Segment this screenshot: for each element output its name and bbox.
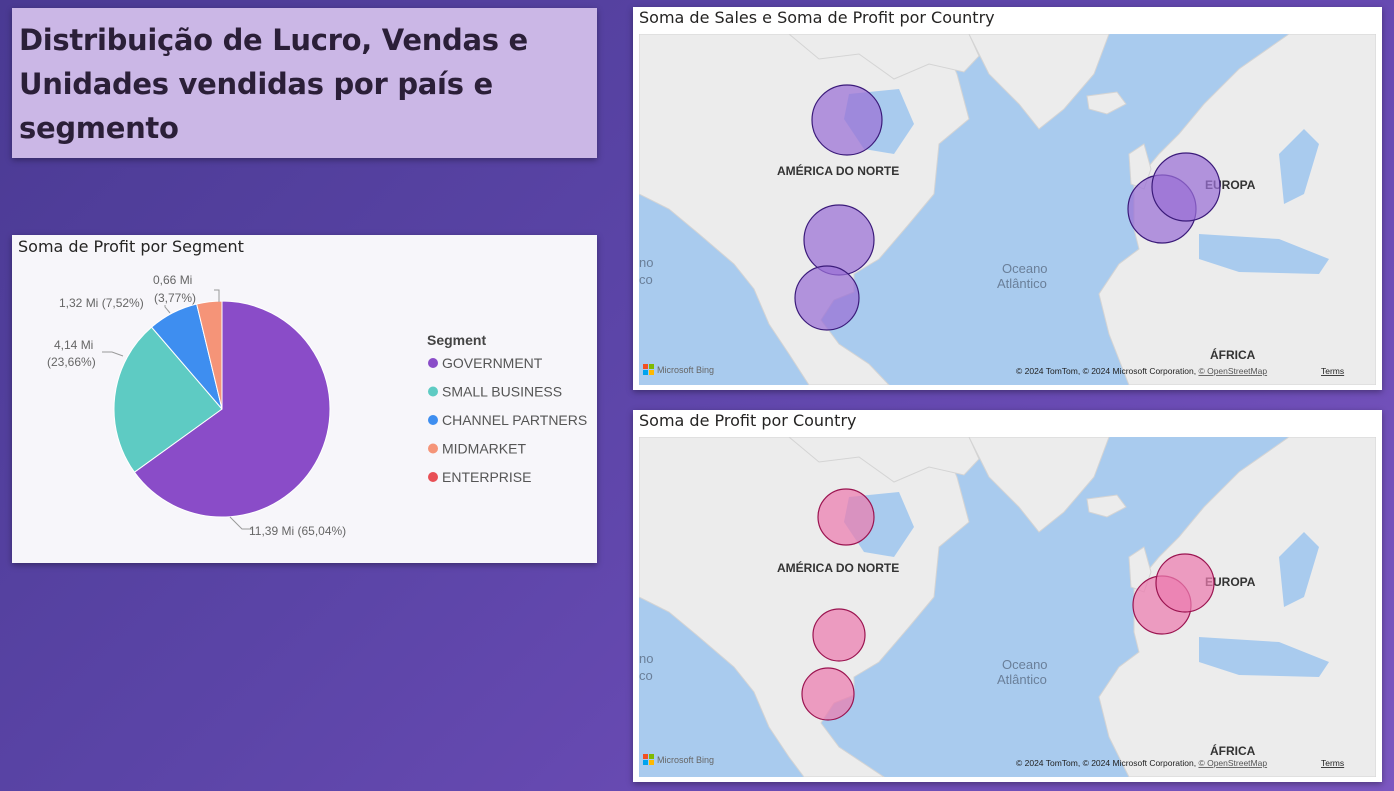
leader-line <box>164 305 171 314</box>
legend-marker <box>428 386 438 397</box>
slice-label-small-business-value: 4,14 Mi <box>54 338 93 352</box>
bubble-mexico[interactable] <box>794 265 860 331</box>
terms-link[interactable]: Terms <box>1321 758 1344 768</box>
label-ocean-line1: Oceano <box>1002 261 1048 276</box>
label-edge-line2: co <box>639 668 653 683</box>
legend-title: Segment <box>427 332 486 348</box>
iceland-landmass <box>1086 91 1127 115</box>
bubble-united-states[interactable] <box>812 608 866 662</box>
svg-text:Microsoft Bing: Microsoft Bing <box>657 365 714 375</box>
north-america-landmass <box>639 34 970 385</box>
svg-text:Microsoft Bing: Microsoft Bing <box>657 755 714 765</box>
top-map-canvas[interactable]: AMÉRICA DO NORTE EUROPA ÁFRICA Oceano At… <box>639 34 1376 385</box>
label-ocean-line2: Atlântico <box>997 276 1047 291</box>
sales-profit-by-country-map[interactable]: Soma de Sales e Soma de Profit por Count… <box>633 7 1382 390</box>
label-edge-line1: no <box>639 255 653 270</box>
legend-marker <box>428 415 438 425</box>
land-masses <box>639 34 1376 385</box>
legend-item-government[interactable]: GOVERNMENT <box>442 355 543 371</box>
bubble-germany[interactable] <box>1155 553 1215 613</box>
bing-logo: Microsoft Bing <box>643 754 714 765</box>
label-ocean-line1: Oceano <box>1002 657 1048 672</box>
label-edge-line2: co <box>639 272 653 287</box>
greenland-landmass <box>968 34 1110 130</box>
bubble-germany[interactable] <box>1151 152 1221 222</box>
bubble-canada[interactable] <box>811 84 883 156</box>
legend-item-small-business[interactable]: SMALL BUSINESS <box>442 384 562 400</box>
label-africa: ÁFRICA <box>1210 347 1256 362</box>
bottom-map-title: Soma de Profit por Country <box>639 411 857 430</box>
profit-by-country-map[interactable]: Soma de Profit por Country AMÉRICA DO NO… <box>633 410 1382 782</box>
slice-label-channel-partners: 1,32 Mi (7,52%) <box>59 296 144 310</box>
top-map-title: Soma de Sales e Soma de Profit por Count… <box>639 8 995 27</box>
slice-label-midmarket-value: 0,66 Mi <box>153 273 192 287</box>
north-america-landmass <box>639 437 970 777</box>
land-masses <box>639 437 1376 777</box>
terms-link[interactable]: Terms <box>1321 366 1344 376</box>
label-africa: ÁFRICA <box>1210 743 1256 758</box>
legend-marker <box>428 472 438 482</box>
iceland-landmass <box>1086 494 1127 518</box>
bubble-mexico[interactable] <box>801 667 855 721</box>
legend-item-midmarket[interactable]: MIDMARKET <box>442 441 526 457</box>
bing-logo: Microsoft Bing <box>643 364 714 375</box>
legend-marker <box>428 358 438 368</box>
report-title-card: Distribuição de Lucro, Vendas e Unidades… <box>12 8 597 158</box>
attribution: © 2024 TomTom, © 2024 Microsoft Corporat… <box>1016 366 1267 376</box>
leader-line <box>214 289 220 302</box>
pie-chart: 11,39 Mi (65,04%) 4,14 Mi (23,66%) 1,32 … <box>47 273 587 538</box>
slice-label-small-business-pct: (23,66%) <box>47 355 96 369</box>
label-ocean-line2: Atlântico <box>997 672 1047 687</box>
profit-by-segment-visual[interactable]: Soma de Profit por Segment 11,39 Mi (65,… <box>12 235 597 563</box>
legend-marker <box>428 443 438 454</box>
bubble-united-states[interactable] <box>803 204 875 276</box>
greenland-landmass <box>968 437 1110 533</box>
legend-item-channel-partners[interactable]: CHANNEL PARTNERS <box>442 412 587 428</box>
report-title: Distribuição de Lucro, Vendas e Unidades… <box>19 23 528 145</box>
bubble-canada[interactable] <box>817 488 875 546</box>
legend-item-enterprise[interactable]: ENTERPRISE <box>442 469 531 485</box>
label-north-america: AMÉRICA DO NORTE <box>777 163 899 178</box>
leader-line <box>102 351 124 357</box>
slice-label-midmarket-pct: (3,77%) <box>154 291 196 305</box>
label-north-america: AMÉRICA DO NORTE <box>777 560 899 575</box>
slice-label-government: 11,39 Mi (65,04%) <box>249 524 346 538</box>
attribution: © 2024 TomTom, © 2024 Microsoft Corporat… <box>1016 758 1267 768</box>
label-edge-line1: no <box>639 651 653 666</box>
bottom-map-canvas[interactable]: AMÉRICA DO NORTE EUROPA ÁFRICA Oceano At… <box>639 437 1376 777</box>
